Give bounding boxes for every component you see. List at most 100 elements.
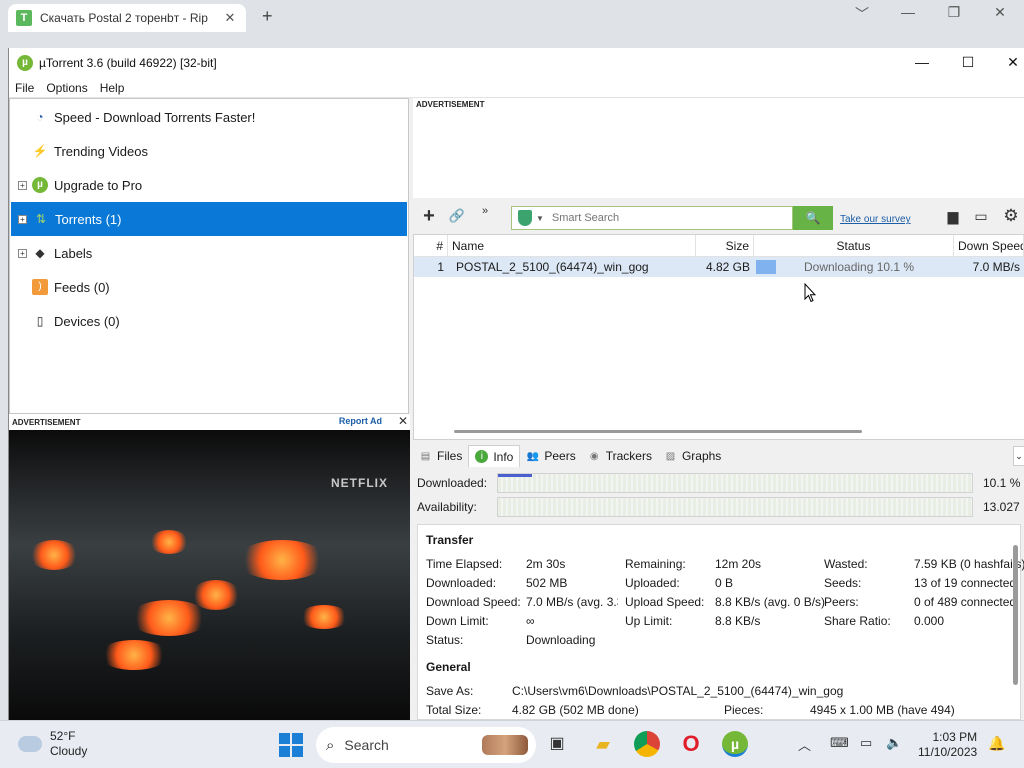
sidebar-item-trending[interactable]: ⚡ Trending Videos: [10, 134, 408, 168]
lava-glow: [237, 540, 327, 580]
network-icon[interactable]: ▭: [860, 735, 872, 751]
report-ad-link[interactable]: Report Ad: [339, 416, 382, 426]
downloaded-amount-label: Downloaded:: [426, 576, 497, 590]
chrome-icon[interactable]: [634, 731, 660, 757]
collapse-panel-chevron-icon[interactable]: ⌄: [1013, 446, 1024, 466]
tab-label: Peers: [544, 449, 576, 463]
volume-icon[interactable]: 🔈: [886, 735, 902, 751]
notification-bell-icon[interactable]: 🔔: [988, 735, 1005, 752]
weather-widget[interactable]: 52°F Cloudy: [18, 729, 87, 759]
menu-help[interactable]: Help: [100, 81, 125, 95]
tab-graphs[interactable]: ▨ Graphs: [658, 445, 727, 467]
chevron-down-icon[interactable]: ▼: [536, 214, 544, 223]
maximize-button[interactable]: ☐: [957, 54, 979, 71]
sidebar-item-speed[interactable]: ◔ Speed - Download Torrents Faster!: [10, 100, 408, 134]
trackers-icon: ◉: [589, 450, 599, 462]
menu-file[interactable]: File: [15, 81, 34, 95]
torrent-row[interactable]: 1 POSTAL_2_5100_(64474)_win_gog 4.82 GB …: [414, 257, 1024, 277]
menu-options[interactable]: Options: [46, 81, 87, 95]
peers-value: 0 of 489 connected: [914, 595, 1017, 609]
total-size-label: Total Size:: [426, 703, 482, 717]
weather-condition: Cloudy: [50, 744, 88, 758]
sidebar-item-devices[interactable]: ▯ Devices (0): [10, 304, 408, 338]
share-ratio-value: 0.000: [914, 614, 945, 628]
lightning-icon: ⚡: [32, 144, 48, 158]
start-button[interactable]: [279, 733, 303, 757]
file-explorer-icon[interactable]: ▰: [590, 731, 616, 757]
info-icon: i: [475, 450, 489, 463]
tab-search-icon[interactable]: ﹀: [852, 4, 872, 24]
close-button[interactable]: ✕: [1002, 54, 1024, 71]
search-highlight-image: [482, 735, 528, 755]
browser-close-button[interactable]: ✕: [990, 4, 1010, 21]
settings-gear-icon[interactable]: ⚙: [997, 206, 1024, 226]
tab-trackers[interactable]: ◉ Trackers: [582, 445, 658, 467]
ad-label: ADVERTISEMENT: [416, 100, 485, 109]
expand-icon[interactable]: +: [18, 248, 27, 258]
column-status[interactable]: Status: [754, 235, 954, 257]
minimize-button[interactable]: —: [911, 54, 933, 70]
browser-tab[interactable]: T Скачать Postal 2 торенbт - Rip ✕: [8, 4, 246, 32]
time-elapsed-label: Time Elapsed:: [426, 557, 503, 571]
shield-icon: [518, 210, 532, 226]
save-as-label: Save As:: [426, 684, 474, 698]
sidebar: ◔ Speed - Download Torrents Faster! ⚡ Tr…: [9, 98, 409, 414]
tab-files[interactable]: ▤ Files: [413, 445, 468, 467]
task-view-icon[interactable]: ▣: [544, 731, 570, 757]
site-favicon-icon: T: [16, 10, 32, 26]
expand-icon[interactable]: +: [18, 214, 27, 224]
column-down-speed[interactable]: Down Speed: [954, 235, 1024, 257]
add-torrent-button[interactable]: +: [415, 205, 443, 228]
browser-minimize-button[interactable]: —: [898, 4, 918, 20]
sidebar-item-upgrade[interactable]: + µ Upgrade to Pro: [10, 168, 408, 202]
info-details: Transfer Time Elapsed: 2m 30s Downloaded…: [417, 524, 1024, 720]
opera-icon[interactable]: O: [678, 731, 704, 757]
search-button[interactable]: 🔍: [793, 206, 833, 230]
keyboard-icon[interactable]: ⌨: [830, 735, 849, 751]
up-limit-value: 8.8 KB/s: [715, 614, 761, 628]
ad-video[interactable]: NETFLIX: [9, 430, 410, 720]
horizontal-scrollbar[interactable]: [454, 430, 862, 433]
tab-info[interactable]: i Info: [468, 445, 521, 467]
column-name[interactable]: Name: [448, 235, 696, 257]
down-limit-label: Down Limit:: [426, 614, 489, 628]
remote-icon[interactable]: ▭: [967, 208, 995, 225]
tab-close-icon[interactable]: ✕: [222, 10, 238, 26]
add-link-button[interactable]: 🔗: [443, 208, 471, 224]
new-tab-button[interactable]: +: [262, 6, 278, 26]
pieces-value: 4945 x 1.00 MB (have 494): [810, 703, 955, 717]
survey-link[interactable]: Take our survey: [840, 214, 911, 225]
torrents-icon: ⇅: [35, 212, 47, 226]
sidebar-item-label: Speed - Download Torrents Faster!: [54, 109, 256, 125]
clock[interactable]: 1:03 PM 11/10/2023: [918, 730, 977, 760]
browser-tab-bar: T Скачать Postal 2 торенbт - Rip ✕ + ﹀ —…: [0, 0, 1024, 48]
utorrent-taskbar-icon[interactable]: µ: [722, 731, 748, 757]
expand-icon[interactable]: +: [18, 180, 27, 190]
browser-restore-button[interactable]: ❐: [944, 4, 964, 21]
column-size[interactable]: Size: [696, 235, 754, 257]
left-advertisement: ADVERTISEMENT Report Ad ✕ NETFLIX: [9, 414, 410, 720]
column-number[interactable]: #: [414, 235, 448, 257]
ad-close-icon[interactable]: ✕: [398, 414, 408, 428]
search-input[interactable]: [551, 212, 772, 224]
more-tools-button[interactable]: »: [471, 205, 499, 217]
taskbar-search[interactable]: ⌕ Search: [316, 727, 536, 763]
tab-title: Скачать Postal 2 торенbт - Rip: [40, 11, 208, 25]
sidebar-item-feeds[interactable]: ) Feeds (0): [10, 270, 408, 304]
lava-glow: [299, 605, 349, 629]
tab-peers[interactable]: 👥 Peers: [520, 445, 581, 467]
chevron-up-icon[interactable]: ︿: [798, 735, 811, 754]
vertical-scrollbar[interactable]: [1013, 545, 1018, 685]
sidebar-item-labels[interactable]: + ◆ Labels: [10, 236, 408, 270]
sidebar-item-label: Trending Videos: [54, 143, 148, 159]
sidebar-item-label: Devices (0): [54, 313, 120, 329]
window-title: µTorrent 3.6 (build 46922) [32-bit]: [39, 56, 217, 70]
smart-search[interactable]: ▼: [511, 206, 793, 230]
taskbar: 52°F Cloudy ⌕ Search ▣ ▰ O µ ︿ ⌨ ▭ 🔈 1:0…: [0, 720, 1024, 768]
device-icon: ▯: [36, 314, 44, 328]
torrent-status: Downloading 10.1 %: [754, 257, 954, 277]
sidebar-item-torrents[interactable]: + ⇅ Torrents (1): [11, 202, 407, 236]
chat-icon[interactable]: ▆: [939, 208, 967, 225]
weather-temp: 52°F: [50, 729, 76, 743]
wasted-label: Wasted:: [824, 557, 868, 571]
